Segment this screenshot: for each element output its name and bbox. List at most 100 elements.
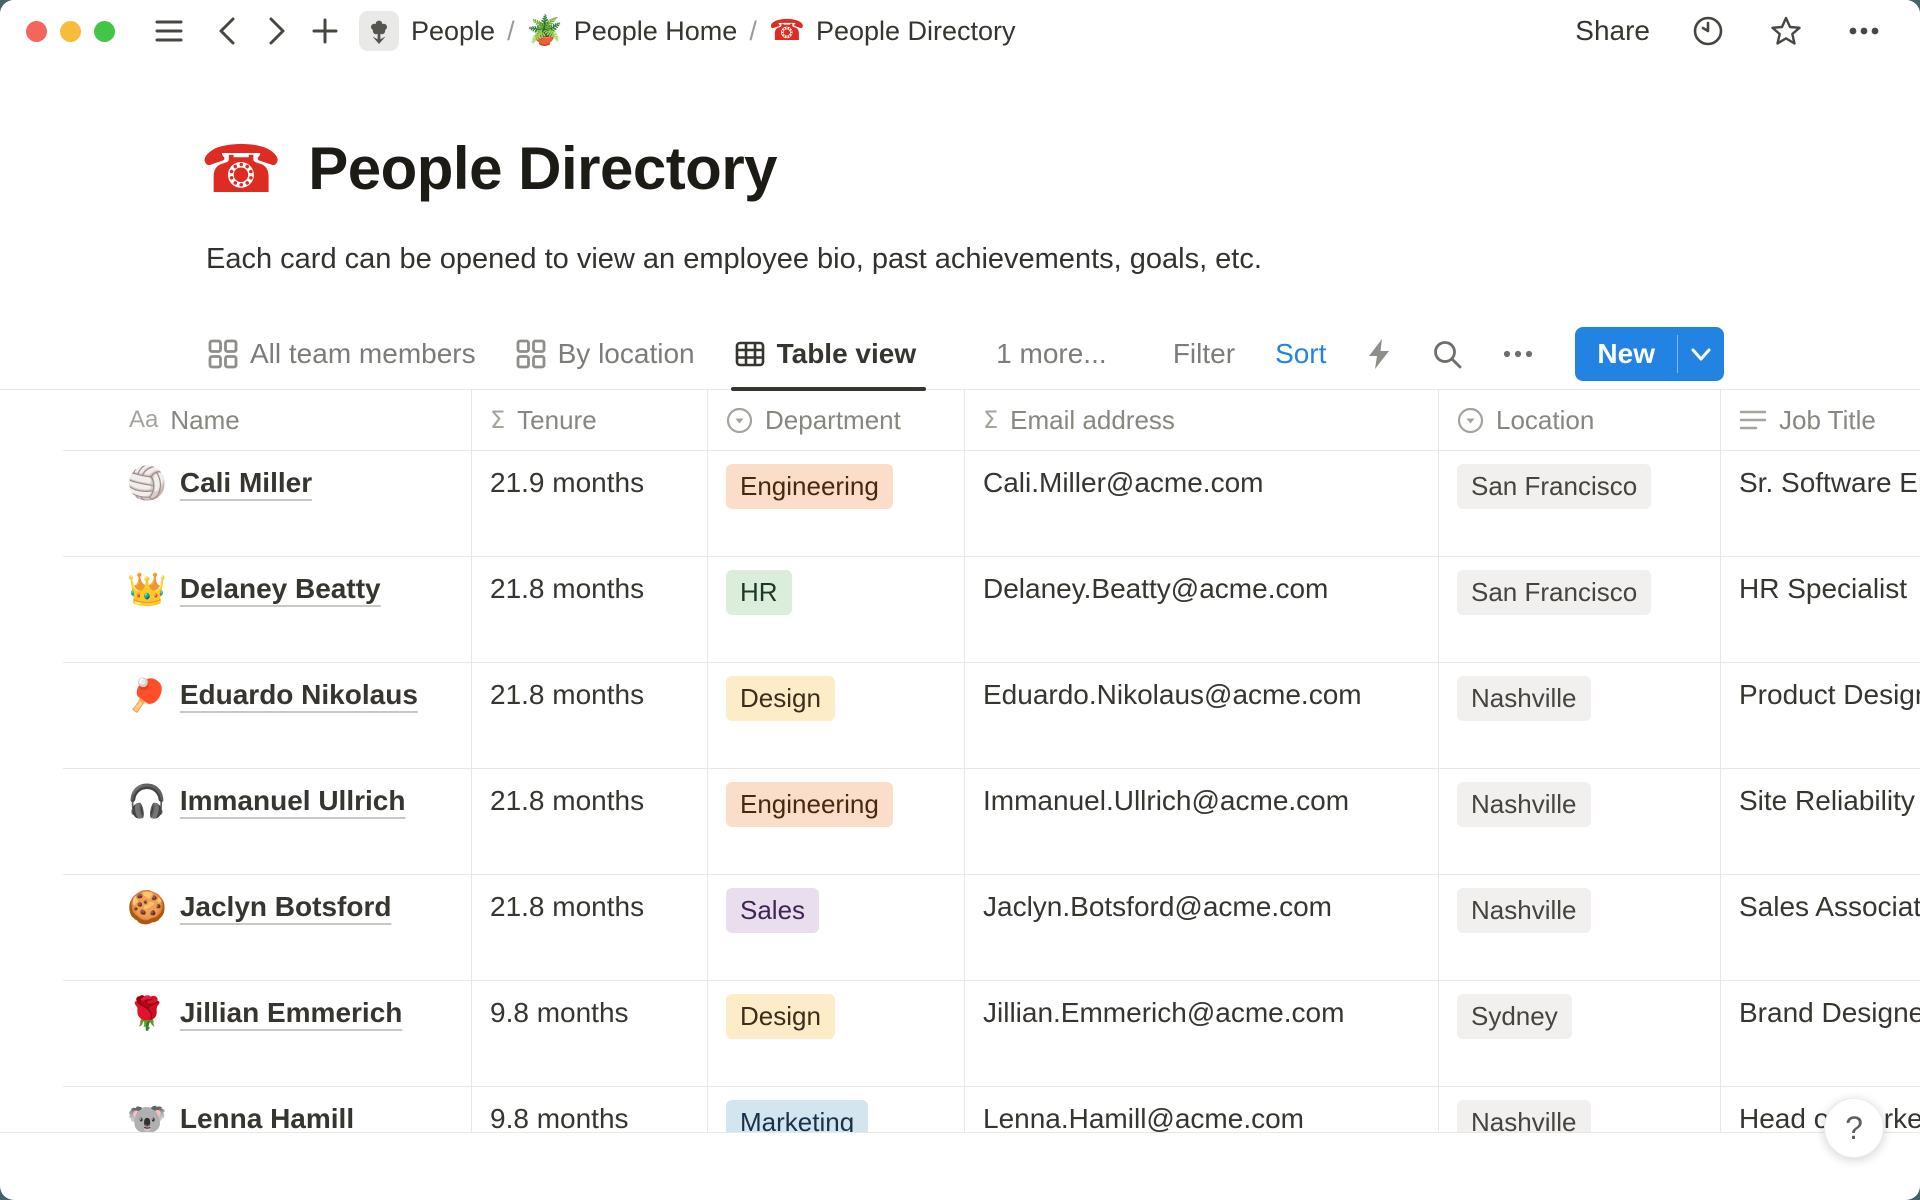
location-tag: San Francisco xyxy=(1457,570,1651,615)
column-header-tenure[interactable]: Σ Tenure xyxy=(472,390,708,450)
gallery-view-icon xyxy=(208,339,238,369)
breadcrumb-people-directory-label: People Directory xyxy=(816,16,1016,47)
person-avatar-emoji: 🍪 xyxy=(127,888,167,926)
tenure-cell: 21.8 months xyxy=(472,875,708,980)
table-view-region: Aa Name Σ Tenure Department Σ Email addr… xyxy=(0,390,1920,1133)
breadcrumb-separator: / xyxy=(749,16,757,47)
table-row[interactable]: 🎧 Immanuel Ullrich 21.8 months Engineeri… xyxy=(63,768,1920,874)
person-name-link[interactable]: Eduardo Nikolaus xyxy=(180,676,418,714)
department-tag: Sales xyxy=(726,888,819,933)
tenure-cell: 21.8 months xyxy=(472,769,708,874)
sort-button[interactable]: Sort xyxy=(1275,338,1326,370)
favorite-star-icon[interactable] xyxy=(1766,11,1806,51)
more-options-icon[interactable] xyxy=(1844,11,1884,51)
share-button[interactable]: Share xyxy=(1575,15,1650,47)
zoom-window-button[interactable] xyxy=(94,21,115,42)
person-avatar-emoji: 🐨 xyxy=(127,1100,167,1133)
person-name-link[interactable]: Lenna Hamill xyxy=(180,1100,354,1133)
location-cell: Nashville xyxy=(1439,1087,1721,1133)
close-window-button[interactable] xyxy=(26,21,47,42)
location-cell: Nashville xyxy=(1439,875,1721,980)
back-icon[interactable] xyxy=(207,11,247,51)
new-button-label[interactable]: New xyxy=(1575,327,1677,381)
person-avatar-emoji: 👑 xyxy=(127,570,167,608)
table-row[interactable]: 🏓 Eduardo Nikolaus 21.8 months Design Ed… xyxy=(63,662,1920,768)
chevron-down-icon[interactable] xyxy=(1678,327,1724,381)
help-button-label: ? xyxy=(1845,1110,1863,1147)
page-telephone-icon[interactable]: ☎ xyxy=(200,136,282,202)
app-window: People / 🪴 People Home / ☎ People Direct… xyxy=(0,0,1920,1200)
email-cell: Eduardo.Nikolaus@acme.com xyxy=(965,663,1439,768)
department-cell: Design xyxy=(708,981,965,1086)
breadcrumb-item-people-directory[interactable]: ☎ People Directory xyxy=(761,12,1024,51)
job-title-cell: Head of Marketing xyxy=(1721,1087,1920,1133)
breadcrumb-item-people[interactable]: People xyxy=(403,12,503,51)
breadcrumb: People / 🪴 People Home / ☎ People Direct… xyxy=(403,12,1024,51)
department-tag: Design xyxy=(726,676,835,721)
person-name-link[interactable]: Immanuel Ullrich xyxy=(180,782,406,820)
name-cell: 🎧 Immanuel Ullrich xyxy=(63,769,472,874)
name-cell: 🏓 Eduardo Nikolaus xyxy=(63,663,472,768)
department-cell: Engineering xyxy=(708,769,965,874)
new-tab-icon[interactable] xyxy=(305,11,345,51)
department-tag: Design xyxy=(726,994,835,1039)
select-property-icon xyxy=(726,407,753,434)
column-header-email[interactable]: Σ Email address xyxy=(965,390,1439,450)
window-titlebar: People / 🪴 People Home / ☎ People Direct… xyxy=(0,0,1920,62)
minimize-window-button[interactable] xyxy=(60,21,81,42)
name-cell: 🌹 Jillian Emmerich xyxy=(63,981,472,1086)
new-button[interactable]: New xyxy=(1575,327,1724,381)
search-icon[interactable] xyxy=(1432,339,1463,370)
location-tag: Nashville xyxy=(1457,676,1591,721)
tab-label: Table view xyxy=(777,338,917,370)
tenure-cell: 21.8 months xyxy=(472,557,708,662)
people-table: Aa Name Σ Tenure Department Σ Email addr… xyxy=(63,390,1920,1133)
tab-by-location[interactable]: By location xyxy=(516,318,695,390)
person-avatar-emoji: 🏓 xyxy=(127,676,167,714)
tab-all-team-members[interactable]: All team members xyxy=(208,318,476,390)
column-header-job-title[interactable]: Job Title xyxy=(1721,390,1920,450)
column-header-name[interactable]: Aa Name xyxy=(63,390,472,450)
location-tag: Nashville xyxy=(1457,782,1591,827)
table-row[interactable]: 👑 Delaney Beatty 21.8 months HR Delaney.… xyxy=(63,556,1920,662)
table-body: 🏐 Cali Miller 21.9 months Engineering Ca… xyxy=(63,450,1920,1133)
table-row[interactable]: 🏐 Cali Miller 21.9 months Engineering Ca… xyxy=(63,450,1920,556)
person-name-link[interactable]: Jillian Emmerich xyxy=(180,994,403,1032)
table-row[interactable]: 🐨 Lenna Hamill 9.8 months Marketing Lenn… xyxy=(63,1086,1920,1133)
workspace-flower-icon[interactable] xyxy=(359,11,399,51)
view-options-icon[interactable] xyxy=(1503,350,1533,358)
tab-table-view[interactable]: Table view xyxy=(735,318,917,390)
location-cell: Nashville xyxy=(1439,663,1721,768)
column-header-department[interactable]: Department xyxy=(708,390,965,450)
person-name-link[interactable]: Cali Miller xyxy=(180,464,312,502)
tenure-cell: 9.8 months xyxy=(472,981,708,1086)
gallery-view-icon xyxy=(516,339,546,369)
job-title-cell: Sales Associate xyxy=(1721,875,1920,980)
more-views-button[interactable]: 1 more... xyxy=(996,338,1106,370)
department-cell: HR xyxy=(708,557,965,662)
tab-label: All team members xyxy=(250,338,476,370)
email-cell: Jillian.Emmerich@acme.com xyxy=(965,981,1439,1086)
forward-icon[interactable] xyxy=(257,11,297,51)
column-header-location[interactable]: Location xyxy=(1439,390,1721,450)
person-name-link[interactable]: Jaclyn Botsford xyxy=(180,888,392,926)
table-row[interactable]: 🌹 Jillian Emmerich 9.8 months Design Jil… xyxy=(63,980,1920,1086)
tab-label: By location xyxy=(558,338,695,370)
location-cell: Nashville xyxy=(1439,769,1721,874)
job-title-cell: Sr. Software Engineer xyxy=(1721,451,1920,556)
table-row[interactable]: 🍪 Jaclyn Botsford 21.8 months Sales Jacl… xyxy=(63,874,1920,980)
help-button[interactable]: ? xyxy=(1824,1098,1884,1158)
history-clock-icon[interactable] xyxy=(1688,11,1728,51)
sidebar-menu-icon[interactable] xyxy=(149,11,189,51)
name-cell: 🏐 Cali Miller xyxy=(63,451,472,556)
name-cell: 🐨 Lenna Hamill xyxy=(63,1087,472,1133)
breadcrumb-item-people-home[interactable]: 🪴 People Home xyxy=(519,12,746,51)
department-cell: Design xyxy=(708,663,965,768)
person-avatar-emoji: 🎧 xyxy=(127,782,167,820)
view-tabs-bar: All team members By location Table view … xyxy=(0,318,1920,390)
filter-button[interactable]: Filter xyxy=(1173,338,1235,370)
automation-lightning-icon[interactable] xyxy=(1366,338,1392,370)
email-cell: Delaney.Beatty@acme.com xyxy=(965,557,1439,662)
person-name-link[interactable]: Delaney Beatty xyxy=(180,570,381,608)
job-title-cell: Brand Designer xyxy=(1721,981,1920,1086)
